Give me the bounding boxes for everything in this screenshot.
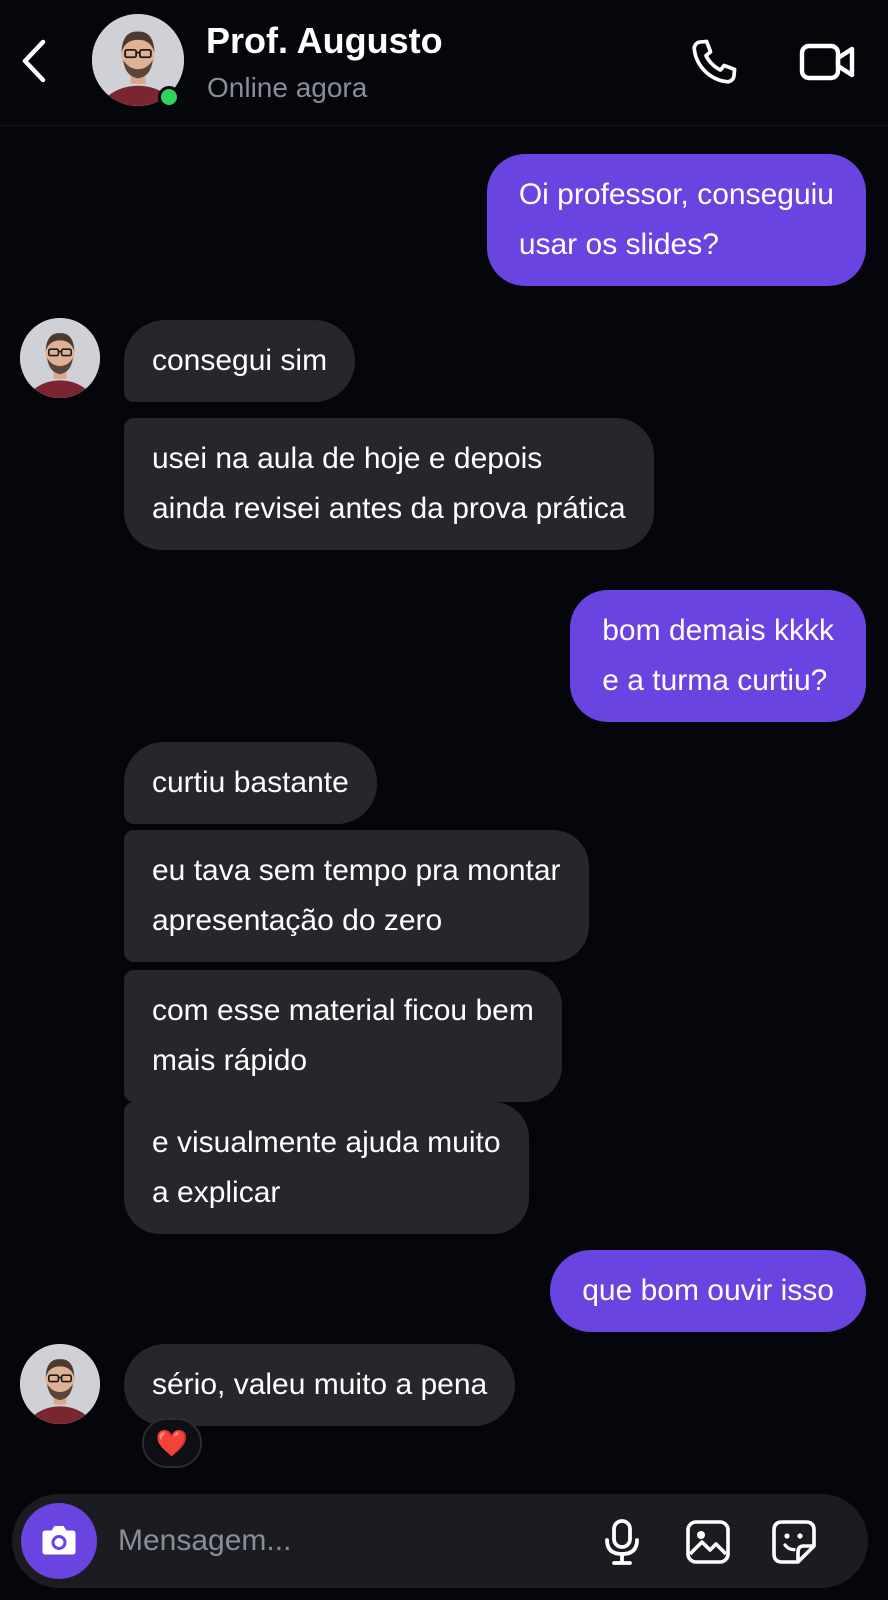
message-input[interactable] — [118, 1510, 578, 1572]
online-indicator — [158, 86, 180, 108]
message-bubble-incoming[interactable]: eu tava sem tempo pra montar apresentaçã… — [124, 830, 589, 962]
avatar-portrait — [20, 318, 100, 398]
camera-icon — [42, 1526, 76, 1555]
message-text: e a turma curtiu? — [602, 664, 828, 697]
sticker-button[interactable] — [766, 1514, 822, 1570]
contact-name[interactable]: Prof. Augusto — [206, 20, 443, 62]
message-bubble-outgoing[interactable]: Oi professor, conseguiu usar os slides? — [486, 154, 866, 286]
message-composer — [12, 1494, 868, 1588]
contact-avatar-small[interactable] — [20, 318, 100, 398]
message-text: curtiu bastante — [152, 766, 349, 799]
message-bubble-incoming[interactable]: com esse material ficou bem mais rápido — [124, 970, 562, 1102]
message-bubble-incoming[interactable]: usei na aula de hoje e depois ainda revi… — [124, 418, 654, 550]
heart-icon: ❤️ — [155, 1427, 189, 1458]
message-bubble-incoming[interactable]: consegui sim — [124, 320, 356, 402]
message-text: mais rápido — [152, 1044, 308, 1077]
message-bubble-outgoing[interactable]: bom demais kkkk e a turma curtiu? — [570, 590, 866, 722]
message-text: e visualmente ajuda muito — [152, 1126, 501, 1159]
image-icon — [686, 1520, 730, 1564]
message-text: Oi professor, conseguiu — [518, 178, 834, 211]
message-bubble-outgoing[interactable]: que bom ouvir isso — [550, 1250, 866, 1332]
message-text: sério, valeu muito a pena — [152, 1368, 488, 1401]
phone-icon — [692, 39, 737, 84]
voice-call-button[interactable] — [686, 34, 742, 90]
message-text: que bom ouvir isso — [582, 1274, 834, 1307]
message-text: ainda revisei antes da prova prática — [152, 492, 626, 525]
back-button[interactable] — [12, 36, 56, 86]
message-text: com esse material ficou bem — [152, 994, 534, 1027]
message-text: usei na aula de hoje e depois — [152, 442, 543, 475]
microphone-icon — [605, 1519, 639, 1565]
message-text: usar os slides? — [518, 228, 719, 261]
chat-header: Prof. Augusto Online agora — [0, 0, 888, 126]
gallery-button[interactable] — [680, 1514, 736, 1570]
contact-status: Online agora — [207, 72, 368, 103]
chevron-left-icon — [22, 39, 46, 83]
message-text: a explicar — [152, 1176, 281, 1209]
message-bubble-incoming[interactable]: curtiu bastante — [124, 742, 377, 824]
camera-button[interactable] — [21, 1503, 97, 1579]
sticker-icon — [772, 1520, 816, 1564]
message-text: consegui sim — [152, 344, 328, 377]
message-text: apresentação do zero — [152, 904, 443, 937]
message-bubble-incoming[interactable]: sério, valeu muito a pena — [124, 1344, 516, 1426]
voice-message-button[interactable] — [594, 1514, 650, 1570]
heart-reaction[interactable]: ❤️ — [142, 1418, 202, 1468]
contact-avatar-small[interactable] — [20, 1344, 100, 1424]
video-call-button[interactable] — [796, 34, 860, 90]
avatar-portrait — [20, 1344, 100, 1424]
message-bubble-incoming[interactable]: e visualmente ajuda muito a explicar — [124, 1102, 529, 1234]
message-text: eu tava sem tempo pra montar — [152, 854, 561, 887]
video-camera-icon — [799, 43, 855, 81]
message-text: bom demais kkkk — [602, 614, 834, 647]
